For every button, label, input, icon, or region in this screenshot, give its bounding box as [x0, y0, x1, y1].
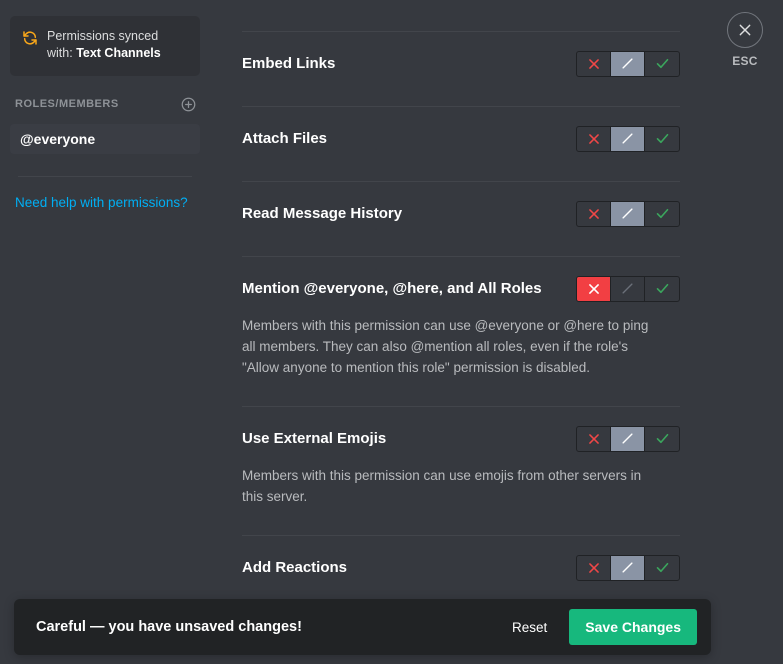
deny-x-icon[interactable] [577, 276, 611, 301]
permission-row: Attach Files [242, 107, 680, 155]
role-name: @everyone [20, 131, 96, 147]
close-modal-button[interactable]: ESC [719, 12, 771, 68]
permission-row: Mention @everyone, @here, and All Roles [242, 257, 680, 305]
permission-name: Read Message History [242, 204, 403, 222]
sidebar-divider [18, 176, 192, 177]
sync-notice-channel: Text Channels [76, 46, 161, 60]
neutral-slash-icon[interactable] [611, 201, 645, 226]
deny-x-icon[interactable] [577, 126, 611, 151]
neutral-slash-icon[interactable] [611, 51, 645, 76]
permission-block-attach-files: Attach Files [242, 106, 680, 155]
permission-toggle-group-mention-everyone [576, 275, 680, 302]
allow-check-icon[interactable] [645, 427, 679, 451]
permission-row: Add Reactions [242, 536, 680, 584]
permission-name: Attach Files [242, 129, 328, 147]
permission-description: Members with this permission can use emo… [242, 468, 642, 504]
permission-block-read-message-history: Read Message History [242, 181, 680, 230]
neutral-slash-icon[interactable] [611, 426, 645, 451]
permission-toggle-group-embed-links [576, 50, 680, 77]
allow-check-icon[interactable] [645, 202, 679, 226]
permission-row: Use External Emojis [242, 407, 680, 455]
permission-block-embed-links: Embed Links [242, 31, 680, 80]
neutral-slash-icon[interactable] [611, 555, 645, 580]
deny-x-icon[interactable] [577, 426, 611, 451]
permission-name: Use External Emojis [242, 429, 387, 447]
truncated-description-above: pin any message. [242, 0, 680, 5]
permission-toggle-group-read-message-history [576, 200, 680, 227]
sync-notice-line2-prefix: with: [47, 46, 77, 60]
sync-icon [22, 30, 38, 46]
permission-block-use-external-emojis: Use External Emojis Members with this pe… [242, 406, 680, 509]
permission-toggle-group-attach-files [576, 125, 680, 152]
unsaved-changes-message: Careful — you have unsaved changes! [36, 619, 302, 635]
permission-name: Embed Links [242, 54, 336, 72]
permission-block-mention-everyone: Mention @everyone, @here, and All Roles [242, 256, 680, 380]
sidebar: Permissions synced with: Text Channels R… [0, 0, 210, 664]
sidebar-item-everyone-role[interactable]: @everyone [10, 124, 200, 154]
plus-circle-icon[interactable] [181, 97, 196, 112]
permission-toggle-group-add-reactions [576, 554, 680, 581]
esc-label: ESC [732, 54, 758, 68]
roles-members-header: ROLES/MEMBERS [10, 94, 200, 114]
permissions-main-panel: pin any message. Embed Links [210, 0, 783, 664]
permission-toggle-group-use-external-emojis [576, 425, 680, 452]
need-help-with-permissions-link[interactable]: Need help with permissions? [10, 195, 200, 210]
permissions-sync-notice: Permissions synced with: Text Channels [10, 16, 200, 76]
sync-notice-text: Permissions synced with: Text Channels [47, 28, 161, 62]
close-icon [727, 12, 763, 48]
neutral-slash-icon[interactable] [611, 276, 645, 301]
allow-check-icon[interactable] [645, 52, 679, 76]
allow-check-icon[interactable] [645, 127, 679, 151]
sync-notice-line1: Permissions synced [47, 29, 159, 43]
roles-members-title: ROLES/MEMBERS [15, 98, 119, 110]
deny-x-icon[interactable] [577, 201, 611, 226]
permission-row: Read Message History [242, 182, 680, 230]
permission-name: Add Reactions [242, 558, 348, 576]
permission-description: Members with this permission can use @ev… [242, 318, 649, 375]
allow-check-icon[interactable] [645, 556, 679, 580]
deny-x-icon[interactable] [577, 51, 611, 76]
permissions-settings-window: Permissions synced with: Text Channels R… [0, 0, 783, 664]
allow-check-icon[interactable] [645, 277, 679, 301]
permissions-list: pin any message. Embed Links [242, 0, 680, 659]
neutral-slash-icon[interactable] [611, 126, 645, 151]
permission-row: Embed Links [242, 32, 680, 80]
reset-button[interactable]: Reset [498, 612, 561, 643]
save-changes-button[interactable]: Save Changes [569, 609, 697, 645]
unsaved-changes-bar: Careful — you have unsaved changes! Rese… [14, 599, 711, 655]
deny-x-icon[interactable] [577, 555, 611, 580]
permission-name: Mention @everyone, @here, and All Roles [242, 279, 542, 297]
